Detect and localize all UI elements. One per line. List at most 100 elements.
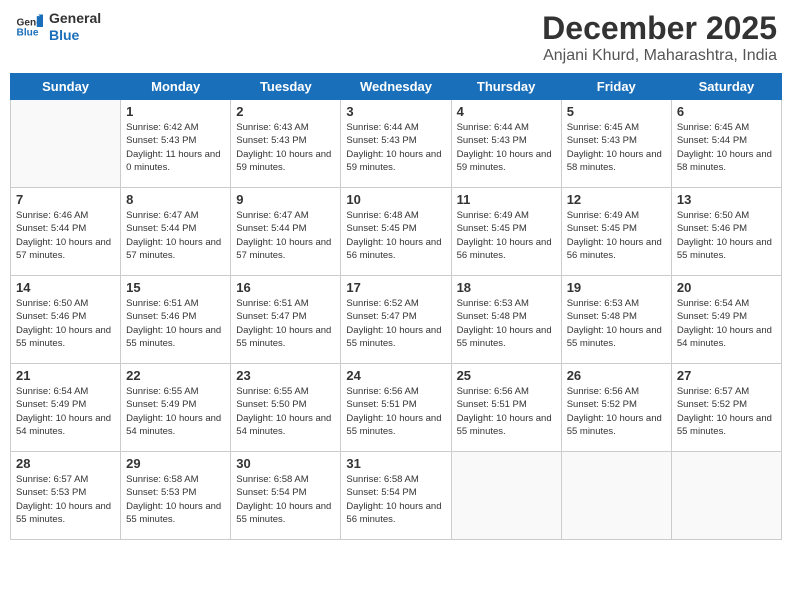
sunset-label: Sunset: 5:43 PM (346, 135, 416, 146)
sunset-label: Sunset: 5:43 PM (126, 135, 196, 146)
day-number: 25 (457, 368, 556, 383)
calendar-cell: 21 Sunrise: 6:54 AM Sunset: 5:49 PM Dayl… (11, 364, 121, 452)
daylight-label: Daylight: 10 hours and 55 minutes. (457, 325, 552, 349)
sunset-label: Sunset: 5:54 PM (346, 487, 416, 498)
day-info: Sunrise: 6:58 AM Sunset: 5:54 PM Dayligh… (236, 473, 335, 526)
day-info: Sunrise: 6:53 AM Sunset: 5:48 PM Dayligh… (457, 297, 556, 350)
calendar-cell: 2 Sunrise: 6:43 AM Sunset: 5:43 PM Dayli… (231, 100, 341, 188)
day-number: 21 (16, 368, 115, 383)
daylight-label: Daylight: 11 hours and 0 minutes. (126, 149, 220, 173)
sunrise-label: Sunrise: 6:55 AM (126, 386, 198, 397)
day-number: 1 (126, 104, 225, 119)
daylight-label: Daylight: 10 hours and 55 minutes. (236, 325, 331, 349)
day-info: Sunrise: 6:56 AM Sunset: 5:51 PM Dayligh… (346, 385, 445, 438)
weekday-header-monday: Monday (121, 74, 231, 100)
svg-text:Blue: Blue (17, 27, 39, 38)
day-info: Sunrise: 6:45 AM Sunset: 5:43 PM Dayligh… (567, 121, 666, 174)
calendar-cell: 16 Sunrise: 6:51 AM Sunset: 5:47 PM Dayl… (231, 276, 341, 364)
day-number: 6 (677, 104, 776, 119)
day-number: 31 (346, 456, 445, 471)
day-number: 30 (236, 456, 335, 471)
sunset-label: Sunset: 5:50 PM (236, 399, 306, 410)
daylight-label: Daylight: 10 hours and 55 minutes. (567, 413, 662, 437)
calendar-cell: 8 Sunrise: 6:47 AM Sunset: 5:44 PM Dayli… (121, 188, 231, 276)
day-number: 29 (126, 456, 225, 471)
day-info: Sunrise: 6:49 AM Sunset: 5:45 PM Dayligh… (457, 209, 556, 262)
day-number: 27 (677, 368, 776, 383)
day-info: Sunrise: 6:43 AM Sunset: 5:43 PM Dayligh… (236, 121, 335, 174)
day-info: Sunrise: 6:42 AM Sunset: 5:43 PM Dayligh… (126, 121, 225, 174)
sunset-label: Sunset: 5:53 PM (16, 487, 86, 498)
day-number: 11 (457, 192, 556, 207)
day-info: Sunrise: 6:44 AM Sunset: 5:43 PM Dayligh… (457, 121, 556, 174)
calendar-cell: 29 Sunrise: 6:58 AM Sunset: 5:53 PM Dayl… (121, 452, 231, 540)
calendar-cell: 12 Sunrise: 6:49 AM Sunset: 5:45 PM Dayl… (561, 188, 671, 276)
calendar-cell: 11 Sunrise: 6:49 AM Sunset: 5:45 PM Dayl… (451, 188, 561, 276)
sunrise-label: Sunrise: 6:46 AM (16, 210, 88, 221)
week-row-3: 14 Sunrise: 6:50 AM Sunset: 5:46 PM Dayl… (11, 276, 782, 364)
logo: General Blue General Blue (15, 10, 101, 44)
sunrise-label: Sunrise: 6:54 AM (16, 386, 88, 397)
calendar-cell: 26 Sunrise: 6:56 AM Sunset: 5:52 PM Dayl… (561, 364, 671, 452)
sunset-label: Sunset: 5:45 PM (346, 223, 416, 234)
day-info: Sunrise: 6:54 AM Sunset: 5:49 PM Dayligh… (16, 385, 115, 438)
calendar-cell: 17 Sunrise: 6:52 AM Sunset: 5:47 PM Dayl… (341, 276, 451, 364)
sunrise-label: Sunrise: 6:51 AM (236, 298, 308, 309)
day-info: Sunrise: 6:47 AM Sunset: 5:44 PM Dayligh… (236, 209, 335, 262)
sunrise-label: Sunrise: 6:44 AM (346, 122, 418, 133)
sunset-label: Sunset: 5:43 PM (457, 135, 527, 146)
daylight-label: Daylight: 10 hours and 59 minutes. (457, 149, 552, 173)
daylight-label: Daylight: 10 hours and 55 minutes. (567, 325, 662, 349)
day-number: 2 (236, 104, 335, 119)
sunrise-label: Sunrise: 6:49 AM (567, 210, 639, 221)
day-info: Sunrise: 6:54 AM Sunset: 5:49 PM Dayligh… (677, 297, 776, 350)
title-block: December 2025 Anjani Khurd, Maharashtra,… (542, 10, 777, 65)
sunset-label: Sunset: 5:46 PM (126, 311, 196, 322)
calendar-cell: 24 Sunrise: 6:56 AM Sunset: 5:51 PM Dayl… (341, 364, 451, 452)
day-number: 26 (567, 368, 666, 383)
weekday-header-sunday: Sunday (11, 74, 121, 100)
day-info: Sunrise: 6:50 AM Sunset: 5:46 PM Dayligh… (677, 209, 776, 262)
calendar-cell: 28 Sunrise: 6:57 AM Sunset: 5:53 PM Dayl… (11, 452, 121, 540)
calendar-cell (11, 100, 121, 188)
sunrise-label: Sunrise: 6:51 AM (126, 298, 198, 309)
weekday-header-thursday: Thursday (451, 74, 561, 100)
calendar-cell: 9 Sunrise: 6:47 AM Sunset: 5:44 PM Dayli… (231, 188, 341, 276)
day-info: Sunrise: 6:56 AM Sunset: 5:52 PM Dayligh… (567, 385, 666, 438)
sunset-label: Sunset: 5:47 PM (236, 311, 306, 322)
daylight-label: Daylight: 10 hours and 55 minutes. (346, 325, 441, 349)
logo-text-general: General (49, 10, 101, 27)
day-info: Sunrise: 6:57 AM Sunset: 5:53 PM Dayligh… (16, 473, 115, 526)
sunset-label: Sunset: 5:44 PM (677, 135, 747, 146)
sunset-label: Sunset: 5:44 PM (236, 223, 306, 234)
location-title: Anjani Khurd, Maharashtra, India (542, 47, 777, 65)
day-number: 16 (236, 280, 335, 295)
week-row-5: 28 Sunrise: 6:57 AM Sunset: 5:53 PM Dayl… (11, 452, 782, 540)
day-info: Sunrise: 6:45 AM Sunset: 5:44 PM Dayligh… (677, 121, 776, 174)
day-number: 23 (236, 368, 335, 383)
day-info: Sunrise: 6:58 AM Sunset: 5:54 PM Dayligh… (346, 473, 445, 526)
day-number: 3 (346, 104, 445, 119)
daylight-label: Daylight: 10 hours and 57 minutes. (16, 237, 111, 261)
calendar-cell: 18 Sunrise: 6:53 AM Sunset: 5:48 PM Dayl… (451, 276, 561, 364)
daylight-label: Daylight: 10 hours and 54 minutes. (126, 413, 221, 437)
weekday-header-friday: Friday (561, 74, 671, 100)
day-number: 24 (346, 368, 445, 383)
day-number: 5 (567, 104, 666, 119)
daylight-label: Daylight: 10 hours and 55 minutes. (126, 325, 221, 349)
sunset-label: Sunset: 5:52 PM (567, 399, 637, 410)
sunrise-label: Sunrise: 6:45 AM (567, 122, 639, 133)
day-number: 22 (126, 368, 225, 383)
sunset-label: Sunset: 5:43 PM (236, 135, 306, 146)
daylight-label: Daylight: 10 hours and 55 minutes. (16, 501, 111, 525)
day-info: Sunrise: 6:49 AM Sunset: 5:45 PM Dayligh… (567, 209, 666, 262)
daylight-label: Daylight: 10 hours and 54 minutes. (16, 413, 111, 437)
day-number: 28 (16, 456, 115, 471)
day-info: Sunrise: 6:55 AM Sunset: 5:49 PM Dayligh… (126, 385, 225, 438)
daylight-label: Daylight: 10 hours and 56 minutes. (346, 237, 441, 261)
daylight-label: Daylight: 10 hours and 55 minutes. (677, 237, 772, 261)
sunrise-label: Sunrise: 6:53 AM (567, 298, 639, 309)
day-info: Sunrise: 6:47 AM Sunset: 5:44 PM Dayligh… (126, 209, 225, 262)
calendar-cell: 7 Sunrise: 6:46 AM Sunset: 5:44 PM Dayli… (11, 188, 121, 276)
sunrise-label: Sunrise: 6:57 AM (16, 474, 88, 485)
